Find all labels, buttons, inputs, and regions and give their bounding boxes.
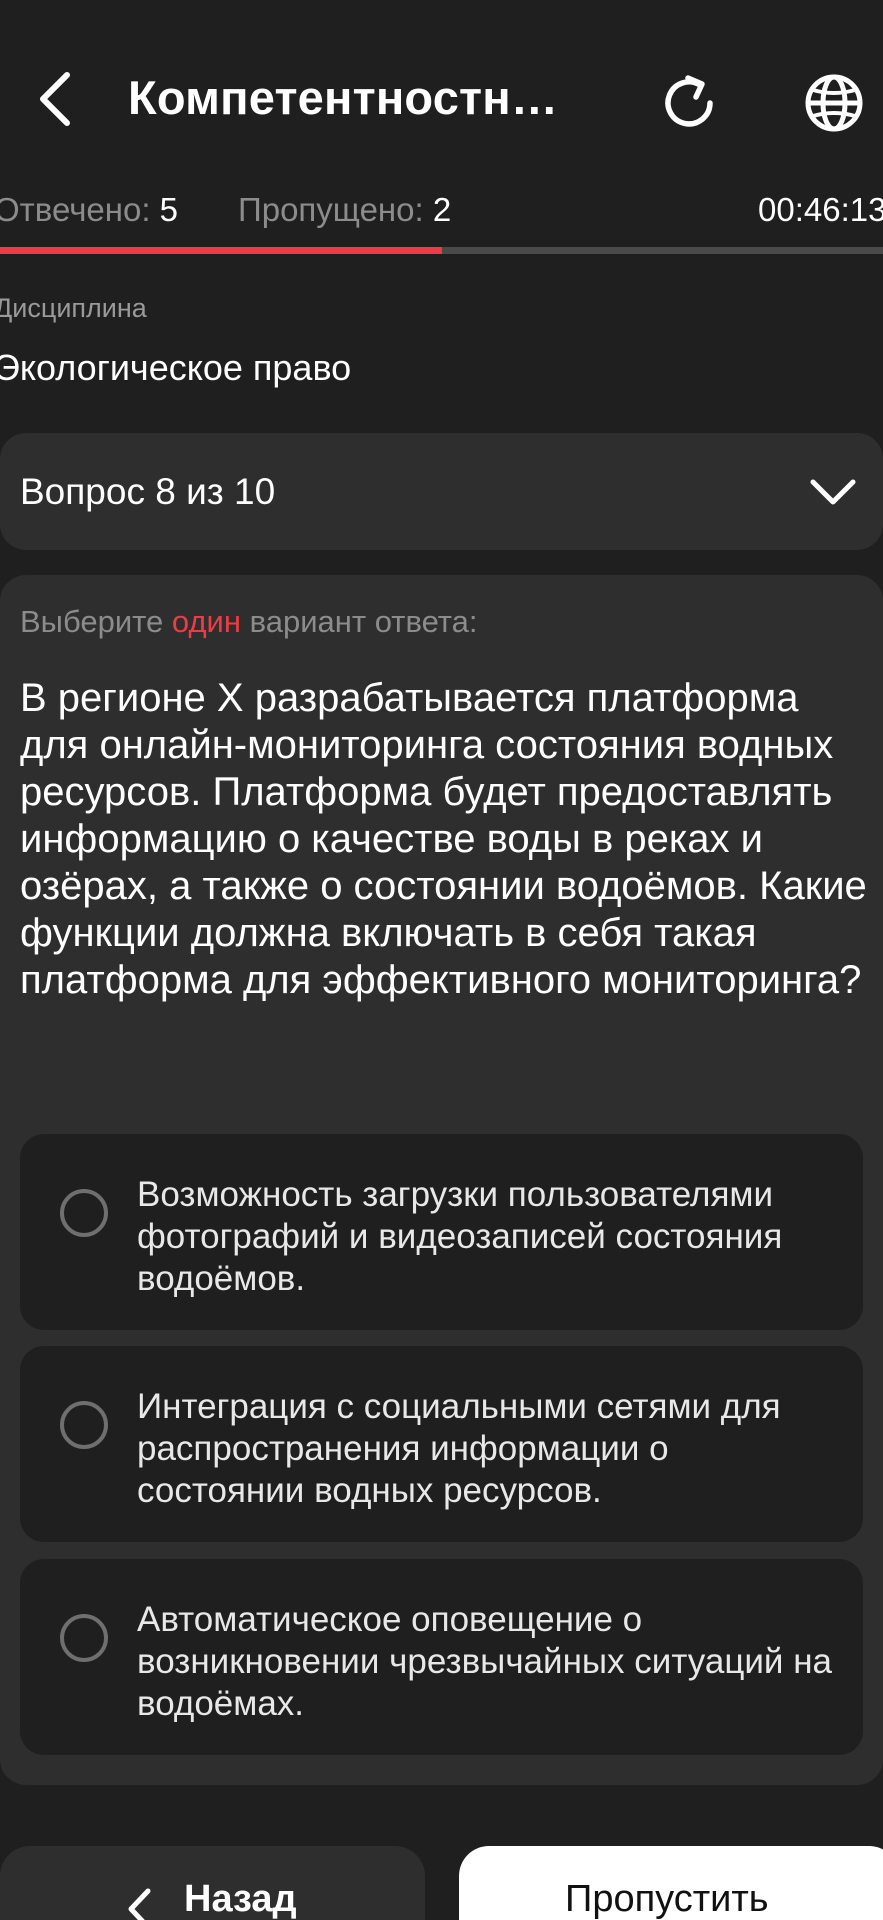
answer-option-text: Возможность загрузки пользователями фото… (137, 1175, 783, 1298)
skipped-counter: Пропущено: 2 (238, 184, 451, 236)
question-selector[interactable]: Вопрос 8 из 10 (0, 433, 883, 550)
answered-counter: Отвечено: 5 (0, 184, 178, 236)
radio-unchecked-icon[interactable] (60, 1401, 108, 1449)
answered-value: 5 (159, 191, 179, 228)
answer-option-text: Автоматическое оповещение о возникновени… (137, 1600, 832, 1723)
answer-option[interactable]: Интеграция с социальными сетями для расп… (20, 1346, 863, 1542)
discipline-label: Дисциплина (0, 293, 147, 323)
globe-icon (805, 74, 863, 132)
chevron-left-icon (128, 1888, 151, 1920)
back-button[interactable] (22, 66, 88, 132)
instruction-prefix: Выберите (20, 604, 164, 639)
instruction-accent: один (171, 604, 241, 639)
question-selector-label: Вопрос 8 из 10 (20, 471, 276, 512)
question-text: В регионе X разрабатывается платформа дл… (20, 676, 867, 1002)
instruction-suffix: вариант ответа: (249, 604, 478, 639)
answered-label: Отвечено: (0, 191, 151, 228)
progress-bar-fill (0, 247, 442, 254)
skip-button-label: Пропустить (565, 1878, 769, 1920)
radio-unchecked-icon[interactable] (60, 1614, 108, 1662)
answer-instruction: Выберите один вариант ответа: (20, 602, 478, 642)
answer-option[interactable]: Автоматическое оповещение о возникновени… (20, 1559, 863, 1755)
language-button[interactable] (797, 66, 871, 140)
previous-button[interactable]: Назад (0, 1846, 425, 1920)
previous-button-label: Назад (184, 1878, 297, 1920)
discipline-value: Экологическое право (0, 347, 352, 388)
answer-option[interactable]: Возможность загрузки пользователями фото… (20, 1134, 863, 1330)
page-title: Компетентностны… (128, 71, 588, 124)
radio-unchecked-icon[interactable] (60, 1189, 108, 1237)
test-screen: Компетентностны… Отвечено: 5 Пропущено: (0, 0, 883, 1920)
progress-stats: Отвечено: 5 Пропущено: 2 00:46:13 (0, 184, 883, 236)
skipped-label: Пропущено: (238, 191, 424, 228)
refresh-button[interactable] (652, 66, 726, 140)
app-header: Компетентностны… (0, 0, 883, 200)
chevron-down-icon (810, 479, 856, 505)
skipped-value: 2 (432, 191, 452, 228)
progress-bar (0, 247, 883, 254)
chevron-left-icon (40, 72, 70, 126)
timer: 00:46:13 (758, 191, 883, 228)
skip-button[interactable]: Пропустить (459, 1846, 883, 1920)
refresh-icon (665, 75, 713, 127)
answer-option-text: Интеграция с социальными сетями для расп… (137, 1387, 781, 1510)
